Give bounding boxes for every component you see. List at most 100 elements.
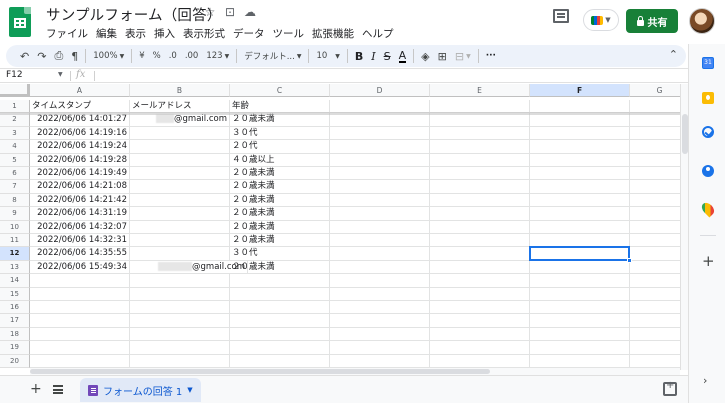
explore-icon[interactable] [663,380,677,396]
menu-format[interactable]: 表示形式 [183,26,225,41]
name-box[interactable]: F12 [6,70,66,80]
column-header-e[interactable]: E [430,84,530,97]
table-cell[interactable] [30,274,130,288]
table-cell[interactable]: ２０歳未満 [230,220,330,234]
frozen-row-divider[interactable] [0,112,680,116]
text-color-button[interactable]: A [398,50,407,63]
table-cell[interactable] [630,221,680,234]
table-cell[interactable]: 2022/06/06 14:19:28 [30,153,130,167]
table-cell[interactable]: ３０代 [230,247,330,261]
table-cell[interactable] [430,153,530,167]
column-header-b[interactable]: B [130,84,230,97]
row-header[interactable]: 11 [0,234,30,248]
table-cell[interactable]: ３０代 [230,126,330,141]
menu-help[interactable]: ヘルプ [362,26,394,41]
row-header[interactable]: 3 [0,126,30,141]
table-cell[interactable] [430,167,530,181]
chevron-right-icon[interactable]: › [703,374,707,387]
table-cell[interactable]: 2022/06/06 15:49:34 [30,260,130,275]
table-cell[interactable] [430,207,530,221]
calendar-icon[interactable] [702,57,714,69]
table-cell[interactable] [430,247,530,261]
table-cell[interactable] [430,274,530,288]
table-cell[interactable]: 2022/06/06 14:19:24 [30,140,130,154]
table-cell[interactable] [530,314,630,328]
table-cell[interactable] [430,354,530,368]
row-header[interactable]: 19 [0,341,30,355]
cloud-status-icon[interactable]: ☁ [243,5,257,19]
row-header[interactable]: 8 [0,193,30,208]
table-cell[interactable] [130,234,230,248]
table-cell[interactable] [430,193,530,208]
star-icon[interactable]: ☆ [203,5,217,19]
table-cell[interactable] [530,354,630,368]
table-cell[interactable]: 2022/06/06 14:21:42 [30,193,130,208]
table-cell[interactable] [430,100,530,114]
table-cell[interactable] [330,314,430,328]
table-cell[interactable] [430,327,530,342]
share-button[interactable]: 共有 [626,9,678,33]
table-cell[interactable] [30,314,130,328]
table-cell[interactable] [530,113,630,127]
table-cell[interactable] [130,167,230,181]
table-cell[interactable] [530,327,630,342]
table-cell[interactable] [430,180,530,194]
table-cell[interactable] [330,113,430,127]
table-cell[interactable] [130,193,230,208]
table-cell[interactable] [330,126,430,141]
table-cell[interactable] [630,261,680,275]
redo-icon[interactable]: ↷ [33,50,50,63]
menu-view[interactable]: 表示 [125,26,146,41]
row-header[interactable]: 17 [0,314,30,328]
table-cell[interactable] [630,207,680,221]
table-cell[interactable] [330,287,430,301]
table-cell[interactable] [430,234,530,248]
table-cell[interactable] [430,220,530,234]
select-all-corner[interactable] [0,84,30,97]
table-cell[interactable]: タイムスタンプ [30,100,130,114]
table-cell[interactable] [330,234,430,248]
zoom-select[interactable]: 100% ▼ [89,51,128,61]
add-addon-icon[interactable]: + [702,252,715,270]
table-cell[interactable] [330,140,430,154]
more-tools-button[interactable]: ··· [482,51,500,61]
add-sheet-icon[interactable]: + [30,381,42,397]
table-cell[interactable] [130,140,230,154]
menu-file[interactable]: ファイル [46,26,88,41]
keep-icon[interactable] [702,92,714,104]
comments-icon[interactable] [553,9,569,23]
increase-decimal-button[interactable]: .00 [181,51,203,61]
table-cell[interactable] [630,180,680,194]
maps-icon[interactable] [699,200,717,218]
table-cell[interactable] [630,140,680,154]
selected-cell[interactable] [529,246,632,263]
table-cell[interactable] [130,247,230,261]
table-cell[interactable] [230,354,330,368]
table-cell[interactable]: 2022/06/06 14:35:55 [30,247,130,261]
table-cell[interactable]: ２０歳未満 [230,113,330,127]
row-header[interactable]: 16 [0,301,30,315]
menu-edit[interactable]: 編集 [96,26,117,41]
table-cell[interactable] [30,354,130,368]
table-cell[interactable] [330,207,430,221]
table-cell[interactable] [630,328,680,342]
table-cell[interactable] [530,193,630,208]
table-cell[interactable] [130,327,230,342]
chevron-down-icon[interactable]: ▼ [58,71,63,78]
table-cell[interactable] [330,327,430,342]
table-cell[interactable] [530,260,630,275]
table-cell[interactable] [630,301,680,315]
table-cell[interactable] [330,260,430,275]
table-cell[interactable] [130,274,230,288]
row-header[interactable]: 1 [0,100,30,114]
table-cell[interactable] [630,341,680,355]
table-cell[interactable] [230,341,330,355]
row-header[interactable]: 18 [0,327,30,342]
table-cell[interactable] [430,314,530,328]
table-cell[interactable]: 年齢 [230,100,330,114]
scroll-thumb[interactable] [30,369,490,374]
tasks-icon[interactable] [702,126,714,138]
table-cell[interactable]: ４０歳以上 [230,153,330,167]
menu-tools[interactable]: ツール [273,26,305,41]
avatar[interactable] [689,8,715,34]
